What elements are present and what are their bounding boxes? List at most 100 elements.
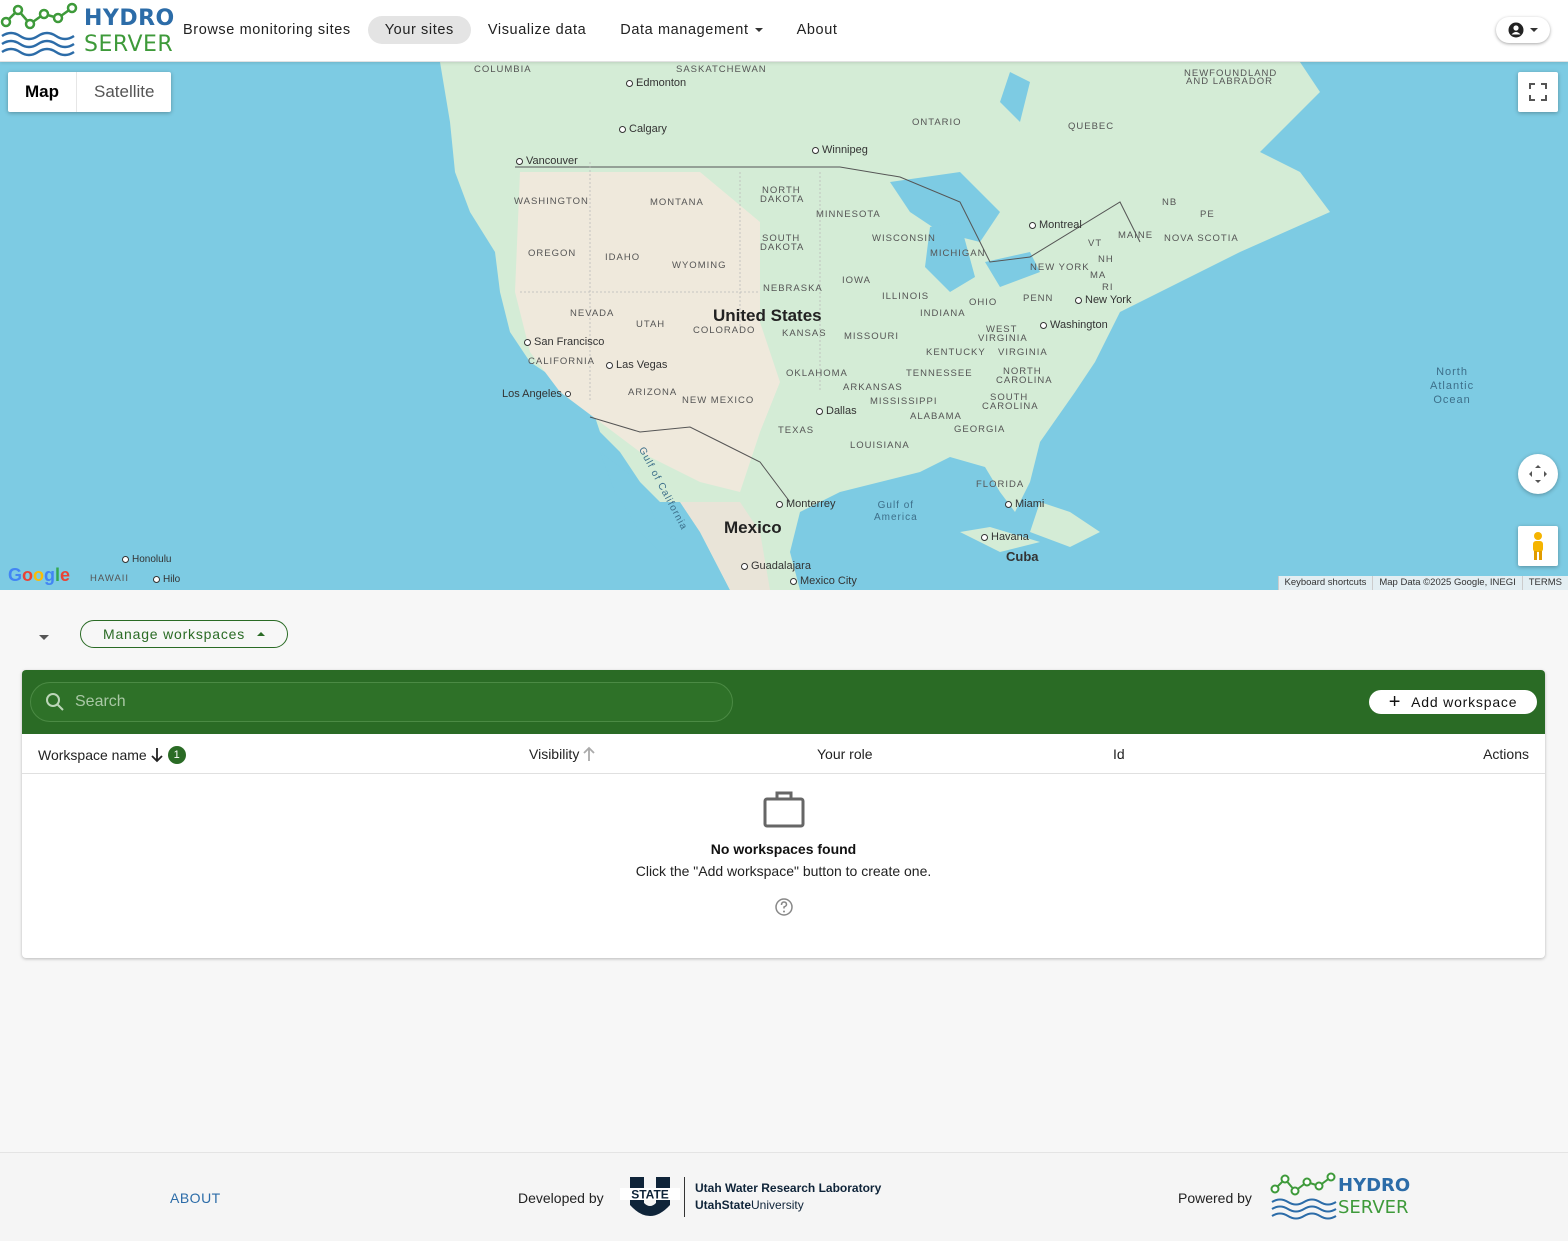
map-label: INDIANA bbox=[920, 308, 966, 319]
map-label: MAINE bbox=[1118, 230, 1154, 241]
university-name: UtahStateUniversity bbox=[695, 1198, 804, 1212]
map-label-line: North bbox=[1436, 366, 1468, 378]
chevron-up-icon bbox=[257, 632, 265, 636]
keyboard-shortcuts-link[interactable]: Keyboard shortcuts bbox=[1277, 576, 1373, 590]
search-input[interactable] bbox=[65, 693, 665, 711]
map-label-city: Mexico City bbox=[790, 575, 857, 587]
map-base-layer bbox=[0, 62, 1568, 590]
search-field[interactable] bbox=[30, 682, 733, 722]
page-footer: ABOUT Developed by STATE Utah Water Rese… bbox=[0, 1152, 1568, 1241]
map-label: CALIFORNIA bbox=[528, 356, 596, 367]
chevron-down-icon bbox=[754, 28, 763, 32]
map-label: WISCONSIN bbox=[872, 233, 936, 244]
search-icon bbox=[46, 693, 64, 711]
map-label: NEW YORK bbox=[1030, 262, 1090, 273]
column-label: Workspace name bbox=[38, 747, 147, 763]
map-label-city: Guadalajara bbox=[741, 560, 811, 572]
collapse-map-toggle[interactable] bbox=[39, 635, 49, 640]
map-label: COLORADO bbox=[693, 325, 756, 336]
camera-control-button[interactable] bbox=[1518, 454, 1558, 494]
street-view-pegman[interactable] bbox=[1518, 526, 1558, 566]
map-type-satellite-button[interactable]: Satellite bbox=[77, 72, 171, 112]
column-label: Actions bbox=[1483, 746, 1529, 762]
map-label: PE bbox=[1200, 209, 1215, 220]
map-label: TENNESSEE bbox=[906, 368, 973, 379]
map-label-city: Las Vegas bbox=[606, 359, 667, 371]
map-label: CAROLINA bbox=[982, 401, 1039, 412]
map-label: MISSOURI bbox=[844, 331, 899, 342]
logo-line-2: SERVER bbox=[1338, 1197, 1409, 1218]
map-label: NEBRASKA bbox=[763, 283, 823, 294]
map-label: MISSISSIPPI bbox=[870, 396, 938, 407]
map-label-line: Gulf of bbox=[877, 500, 915, 511]
map-label-line: America bbox=[874, 512, 918, 523]
nav-your-sites[interactable]: Your sites bbox=[367, 16, 471, 44]
nav-data-management-label: Data management bbox=[620, 22, 749, 38]
map-label: ARKANSAS bbox=[843, 382, 903, 393]
logo-line-1: HYDRO bbox=[84, 6, 175, 31]
lab-name: Utah Water Research Laboratory bbox=[695, 1181, 882, 1195]
map-attribution: Keyboard shortcuts Map Data ©2025 Google… bbox=[1277, 576, 1568, 590]
column-header-workspace-name[interactable]: Workspace name 1 bbox=[38, 746, 186, 764]
map-label: DAKOTA bbox=[760, 194, 805, 205]
footer-about-link[interactable]: ABOUT bbox=[170, 1190, 221, 1206]
map-label-city: Monterrey bbox=[776, 498, 836, 510]
arrow-down-icon bbox=[151, 748, 163, 763]
map-label-city: San Francisco bbox=[524, 336, 604, 348]
map-label: KANSAS bbox=[782, 328, 827, 339]
map-label-city: Havana bbox=[981, 531, 1029, 543]
map-label: NEW MEXICO bbox=[682, 395, 755, 406]
nav-about[interactable]: About bbox=[780, 16, 855, 44]
logo-line-2: SERVER bbox=[84, 32, 174, 57]
map-label: OREGON bbox=[528, 248, 577, 259]
fullscreen-button[interactable] bbox=[1518, 72, 1558, 112]
map-label-city: Washington bbox=[1040, 319, 1108, 331]
camera-control-icon bbox=[1529, 465, 1547, 483]
map-label-city: Honolulu bbox=[122, 554, 171, 565]
manage-workspaces-button[interactable]: Manage workspaces bbox=[80, 620, 288, 648]
help-circle-icon bbox=[774, 898, 793, 916]
nav-browse-monitoring-sites[interactable]: Browse monitoring sites bbox=[166, 16, 368, 44]
usu-logo[interactable]: STATE bbox=[620, 1175, 680, 1219]
map-type-map-button[interactable]: Map bbox=[8, 72, 77, 112]
powered-by-label: Powered by bbox=[1178, 1190, 1252, 1206]
account-menu-button[interactable] bbox=[1496, 17, 1550, 43]
map-label: DAKOTA bbox=[760, 242, 805, 253]
map-label: KENTUCKY bbox=[926, 347, 986, 358]
column-header-your-role[interactable]: Your role bbox=[817, 746, 873, 762]
map-label-city: Montreal bbox=[1029, 219, 1082, 231]
briefcase-icon bbox=[763, 791, 804, 828]
terms-link[interactable]: TERMS bbox=[1521, 576, 1568, 590]
map-label-country: Cuba bbox=[1006, 549, 1039, 564]
add-workspace-button[interactable]: + Add workspace bbox=[1369, 690, 1537, 714]
empty-state-message: Click the "Add workspace" button to crea… bbox=[635, 863, 932, 879]
map-label: MONTANA bbox=[650, 197, 704, 208]
map-label-gulf: Gulf of America bbox=[874, 500, 918, 524]
hydroserver-logo[interactable]: HYDRO SERVER bbox=[0, 2, 174, 60]
map-label-city: Winnipeg bbox=[812, 144, 868, 156]
footer-divider bbox=[684, 1177, 685, 1217]
empty-state-title: No workspaces found bbox=[710, 841, 857, 857]
map-label: VIRGINIA bbox=[998, 347, 1048, 358]
workspaces-toolbar: + Add workspace bbox=[22, 670, 1545, 734]
nav-visualize-data[interactable]: Visualize data bbox=[471, 16, 603, 44]
map-label-line: Ocean bbox=[1433, 394, 1471, 406]
column-header-id[interactable]: Id bbox=[1113, 746, 1125, 762]
map-label: RI bbox=[1102, 282, 1114, 293]
map-label-text: Los Angeles bbox=[502, 388, 562, 400]
sites-map[interactable]: COLUMBIA SASKATCHEWAN NEWFOUNDLAND AND L… bbox=[0, 62, 1568, 590]
map-label: WASHINGTON bbox=[514, 196, 589, 207]
map-type-control: Map Satellite bbox=[8, 72, 172, 112]
nav-data-management[interactable]: Data management bbox=[603, 16, 779, 44]
map-label-city: New York bbox=[1075, 294, 1131, 306]
footer-logo-wordmark: HYDRO SERVER bbox=[1338, 1175, 1410, 1219]
map-label: ILLINOIS bbox=[882, 291, 930, 302]
column-header-visibility[interactable]: Visibility bbox=[529, 746, 596, 762]
map-label-city: Hilo bbox=[153, 574, 180, 585]
hydroserver-logo-mark[interactable] bbox=[1270, 1171, 1340, 1225]
arrow-up-icon bbox=[583, 746, 595, 761]
map-label-city: Miami bbox=[1005, 498, 1044, 510]
map-label-country: United States bbox=[713, 306, 822, 325]
help-button[interactable] bbox=[22, 897, 1545, 922]
map-label-city: Calgary bbox=[619, 123, 667, 135]
